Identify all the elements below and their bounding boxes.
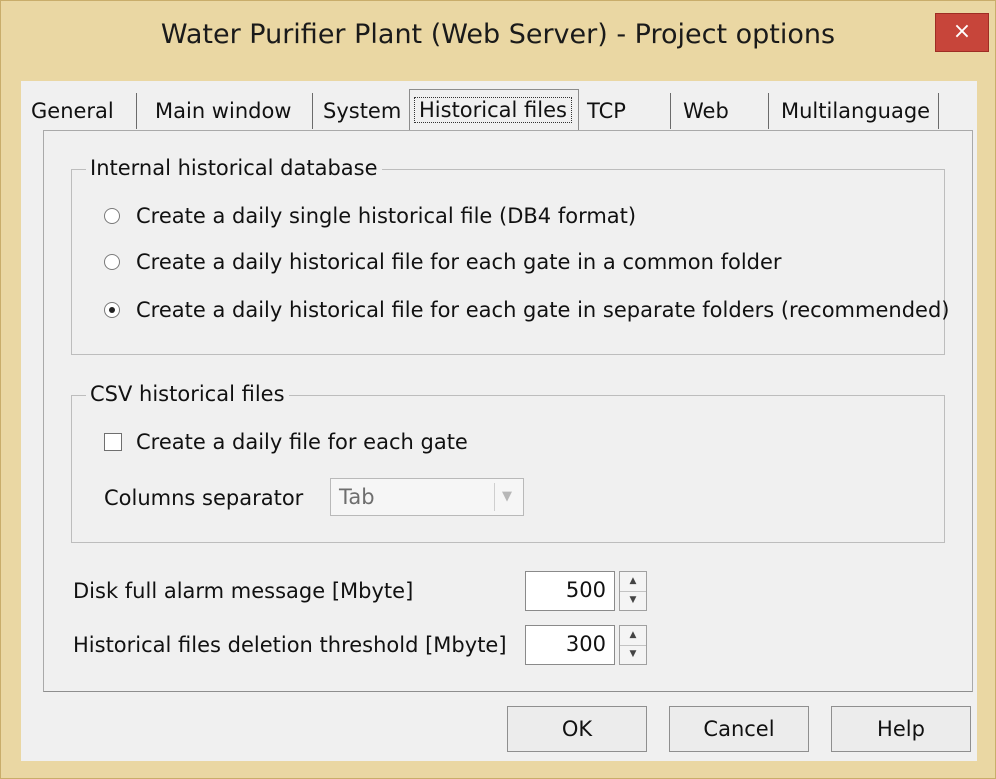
spin-up-icon[interactable]: ▲ xyxy=(620,572,646,592)
title-bar: Water Purifier Plant (Web Server) - Proj… xyxy=(1,1,995,81)
close-icon[interactable]: × xyxy=(935,13,989,52)
group-title: Internal historical database xyxy=(86,156,382,180)
tab-tcp[interactable]: TCP xyxy=(579,93,671,129)
help-button[interactable]: Help xyxy=(831,706,971,752)
internal-historical-database-group: Internal historical database Create a da… xyxy=(71,156,949,355)
radio-button-selected[interactable] xyxy=(104,302,120,318)
deletion-threshold-input[interactable]: 300 xyxy=(525,625,615,665)
columns-separator-label: Columns separator xyxy=(104,486,304,510)
spin-down-icon[interactable]: ▼ xyxy=(620,591,646,610)
radio-button[interactable] xyxy=(104,254,120,270)
ok-button[interactable]: OK xyxy=(507,706,647,752)
spin-down-icon[interactable]: ▼ xyxy=(620,645,646,664)
cancel-button[interactable]: Cancel xyxy=(669,706,809,752)
deletion-threshold-stepper[interactable]: ▲ ▼ xyxy=(619,625,647,665)
window-title: Water Purifier Plant (Web Server) - Proj… xyxy=(160,19,836,50)
project-options-dialog: Water Purifier Plant (Web Server) - Proj… xyxy=(0,0,996,779)
columns-separator-select[interactable]: Tab ▼ xyxy=(330,478,524,516)
disk-full-stepper[interactable]: ▲ ▼ xyxy=(619,571,647,611)
radio-button[interactable] xyxy=(104,208,120,224)
spin-up-icon[interactable]: ▲ xyxy=(620,626,646,646)
tab-system[interactable]: System xyxy=(313,93,411,129)
checkbox[interactable] xyxy=(104,433,122,451)
group-title: CSV historical files xyxy=(86,382,289,406)
csv-historical-files-group: CSV historical files Create a daily file… xyxy=(71,382,945,543)
disk-full-input[interactable]: 500 xyxy=(525,571,615,611)
disk-full-label: Disk full alarm message [Mbyte] xyxy=(73,579,414,603)
tab-general[interactable]: General xyxy=(27,93,137,129)
chevron-down-icon: ▼ xyxy=(494,483,519,511)
tab-main-window[interactable]: Main window xyxy=(137,93,313,129)
tab-web[interactable]: Web xyxy=(671,93,769,129)
deletion-threshold-label: Historical files deletion threshold [Mby… xyxy=(73,633,507,657)
tab-multilanguage[interactable]: Multilanguage xyxy=(769,93,939,129)
tab-historical-files[interactable]: Historical files xyxy=(409,89,579,131)
